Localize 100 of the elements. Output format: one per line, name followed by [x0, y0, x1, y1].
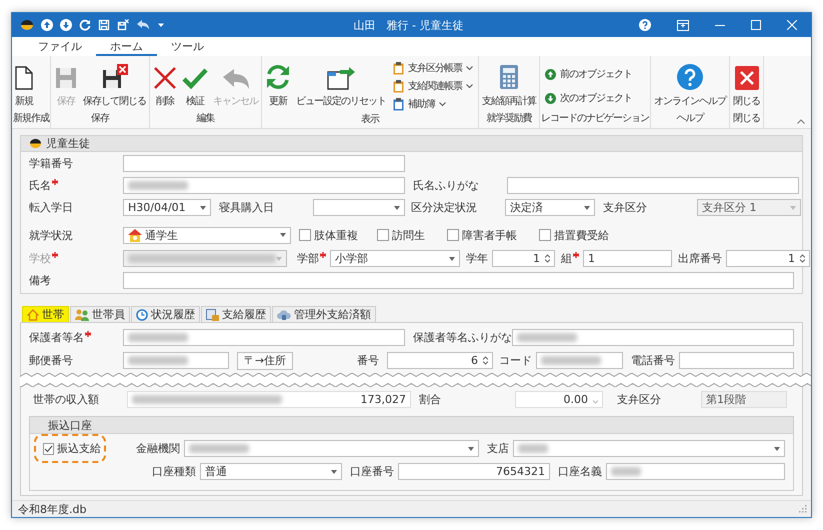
date-field[interactable]: H30/04/01	[123, 199, 211, 216]
close-icon[interactable]	[787, 20, 797, 30]
clipboard-icon	[393, 80, 404, 92]
tab[interactable]: 状況履歴	[131, 306, 200, 322]
required-mark-icon	[320, 252, 326, 258]
ribbon-button[interactable]: 削除	[151, 60, 179, 110]
checkbox[interactable]: 措置費受給	[539, 228, 609, 242]
field-label: 金融機関	[136, 441, 180, 456]
help-icon[interactable]	[639, 19, 651, 31]
ribbon-button[interactable]: 支給関連帳票	[391, 78, 475, 94]
field-label: 転入学日	[29, 200, 74, 215]
ribbon-button[interactable]: オンラインヘルプ	[652, 60, 728, 110]
delete-icon	[153, 66, 177, 90]
ribbon-group-label: ヘルプ	[676, 112, 706, 126]
refresh-icon	[265, 64, 291, 90]
text-field[interactable]	[123, 272, 794, 289]
ribbon-button[interactable]: 新規	[13, 60, 35, 110]
text-field[interactable]: 1	[583, 250, 672, 267]
document-icon	[15, 66, 33, 90]
text-field[interactable]	[507, 177, 799, 194]
save-icon[interactable]	[98, 19, 110, 31]
refresh-icon[interactable]	[79, 19, 91, 31]
ribbon-button[interactable]: 支給額再計算	[480, 60, 538, 110]
dropdown-field[interactable]: 普通	[200, 463, 342, 480]
text-field[interactable]: 第1段階	[701, 391, 787, 408]
checkbox[interactable]: 訪問生	[377, 228, 447, 242]
field-label: 保護者等名ふりがな	[413, 330, 512, 345]
tab[interactable]: 世帯	[22, 306, 69, 322]
resize-grip-icon[interactable]	[799, 505, 807, 513]
checkbox[interactable]: 障害者手帳	[447, 228, 539, 242]
ribbon-display-icon[interactable]	[677, 20, 689, 30]
required-mark-icon	[85, 331, 91, 337]
caret-icon	[774, 446, 780, 450]
ribbon-group-label: 閉じる	[732, 112, 761, 126]
ribbon-button[interactable]: 検証	[180, 60, 210, 110]
field-label: 口座名義	[558, 464, 602, 479]
text-field[interactable]	[123, 352, 229, 369]
tab[interactable]: 世帯員	[70, 306, 130, 322]
collapse-ribbon-icon[interactable]	[797, 119, 805, 124]
field-label: コード	[499, 353, 532, 368]
ribbon-button[interactable]: 更新	[263, 60, 293, 110]
dropdown-field[interactable]	[184, 440, 479, 457]
up-arrow-icon[interactable]	[41, 19, 53, 31]
checkbox[interactable]: 振込支給	[38, 438, 102, 459]
text-field[interactable]	[536, 352, 623, 369]
help-icon	[677, 64, 703, 90]
ribbon-button[interactable]: ビュー設定のリセット	[294, 60, 388, 110]
field-label: 学年	[466, 251, 488, 266]
dropdown-field[interactable]: 小学部	[330, 250, 460, 267]
checkbox[interactable]: 肢体重複	[299, 228, 377, 242]
ribbon-group-label: 編集	[196, 112, 216, 126]
menu-tab[interactable]: ツール	[157, 39, 218, 56]
number-field[interactable]: 1	[492, 250, 555, 267]
text-field[interactable]: 173,027	[127, 391, 411, 408]
house-icon	[128, 228, 142, 242]
menu-tab[interactable]: ファイル	[24, 39, 96, 56]
ribbon-button[interactable]: 保存して閉じる	[81, 60, 148, 110]
save-close-icon[interactable]	[117, 19, 129, 31]
text-field[interactable]: 7654321	[398, 463, 550, 480]
field-label: 割合	[419, 392, 442, 407]
redacted-text	[611, 467, 641, 476]
caret-icon	[331, 470, 337, 474]
ribbon-button[interactable]: 閉じる	[731, 60, 762, 110]
number-field[interactable]: 6	[387, 352, 493, 369]
text-field[interactable]	[679, 352, 794, 369]
calculator-icon	[499, 64, 519, 90]
ribbon-button[interactable]: 補助簿	[391, 96, 475, 112]
caret-icon	[276, 256, 282, 260]
down-arrow-icon[interactable]	[60, 19, 72, 31]
maximize-icon[interactable]	[751, 20, 761, 30]
caret-icon[interactable]	[157, 22, 165, 28]
tab[interactable]: 管理外支給済額	[272, 306, 376, 322]
number-field[interactable]: 1	[726, 250, 810, 267]
ribbon-button[interactable]: 次のオブジェクト	[543, 90, 634, 106]
save-icon	[54, 66, 78, 90]
app-icon	[20, 19, 34, 31]
field-label: 保護者等名	[29, 330, 123, 345]
dropdown-field[interactable]	[513, 440, 785, 457]
ribbon-group-label: 新規作成	[13, 112, 49, 126]
ribbon-group-label: 表示	[360, 112, 380, 127]
text-field[interactable]	[123, 155, 405, 172]
dropdown-field[interactable]: 通学生	[123, 226, 291, 244]
dropdown-field[interactable]: 決定済	[505, 199, 595, 216]
tab[interactable]: 支給履歴	[201, 306, 271, 322]
redacted-text	[128, 181, 188, 190]
ribbon-button[interactable]: 前のオブジェクト	[543, 66, 634, 82]
chevron-down-icon	[466, 66, 473, 70]
ribbon-button[interactable]: 支弁区分帳票	[391, 60, 475, 76]
spinner-icon	[483, 356, 488, 365]
undo-icon[interactable]	[136, 19, 150, 31]
save-close-icon	[100, 64, 128, 90]
text-field[interactable]	[512, 329, 794, 346]
field-label: 口座番号	[350, 464, 394, 479]
number-field[interactable]: 0.00	[515, 391, 603, 408]
required-mark-icon	[52, 252, 58, 258]
postal-lookup-button[interactable]: 〒→住所	[237, 352, 293, 370]
text-field[interactable]	[123, 329, 405, 346]
date-field[interactable]	[313, 199, 405, 216]
text-field[interactable]	[123, 177, 405, 194]
text-field[interactable]	[606, 463, 785, 480]
